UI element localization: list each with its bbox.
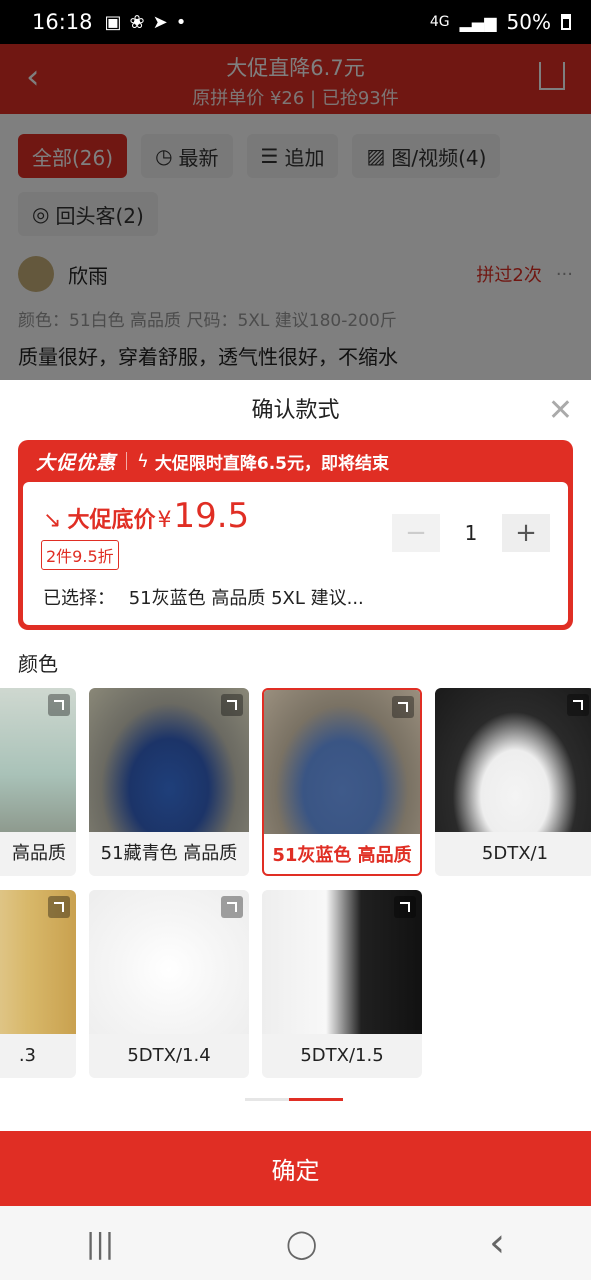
color-section-label: 颜色	[18, 652, 58, 676]
sku-sheet: 确认款式 ✕ 大促优惠 ϟ 大促限时直降6.5元，即将结束 ↘ 大促底价 ¥ 1…	[0, 380, 591, 1206]
color-option-label: 5DTX/1	[481, 843, 549, 864]
discount-tag: 2件9.5折	[41, 540, 119, 570]
dim-overlay[interactable]	[0, 44, 591, 380]
recent-apps-icon[interactable]: |||	[86, 1227, 114, 1260]
price-value: 19.5	[173, 496, 250, 536]
expand-icon[interactable]	[221, 896, 243, 918]
color-option-label: .3	[18, 1045, 36, 1066]
selected-summary: 已选择： 51灰蓝色 高品质 5XL 建议...	[43, 584, 364, 610]
expand-icon[interactable]	[48, 896, 70, 918]
scroll-indicator-active	[289, 1098, 343, 1101]
color-option[interactable]: 5DTX/1.5	[262, 890, 422, 1078]
quantity-stepper: − 1 +	[392, 514, 550, 552]
expand-icon[interactable]	[394, 896, 416, 918]
minus-button[interactable]: −	[392, 514, 440, 552]
color-option[interactable]: 5DTX/1	[435, 688, 591, 876]
signal-icon: ▂▄▆	[459, 12, 497, 32]
expand-icon[interactable]	[48, 694, 70, 716]
price-label: 大促底价	[67, 508, 156, 533]
promo-badge: 大促优惠	[36, 451, 117, 474]
promo-card: 大促优惠 ϟ 大促限时直降6.5元，即将结束 ↘ 大促底价 ¥ 19.5 2件9…	[18, 440, 573, 630]
system-nav-bar: ||| ◯ ‹	[0, 1206, 591, 1280]
telegram-icon: ➤	[152, 11, 168, 33]
lightning-icon: ϟ	[137, 450, 149, 472]
status-time: 16:18	[32, 10, 93, 34]
expand-icon[interactable]	[221, 694, 243, 716]
color-option[interactable]: 高品质	[0, 688, 76, 876]
close-icon[interactable]: ✕	[548, 396, 573, 426]
apps-icon: ❀	[129, 11, 145, 33]
battery-icon	[561, 14, 571, 30]
quantity-value[interactable]: 1	[440, 521, 502, 545]
selected-label: 已选择：	[43, 588, 115, 609]
color-option[interactable]: 51藏青色 高品质	[89, 688, 249, 876]
color-options: 高品质 51藏青色 高品质 51灰蓝色 高品质 5DTX/1 .3 5DTX/1…	[0, 688, 591, 1088]
sheet-title: 确认款式	[251, 398, 340, 423]
price-down-icon: ↘	[43, 508, 62, 533]
color-option-label: 51藏青色 高品质	[100, 843, 238, 864]
status-bar: 16:18 ▣ ❀ ➤ • 4G ▂▄▆ 50%	[0, 0, 591, 44]
color-option-label: 5DTX/1.5	[300, 1045, 384, 1066]
price-currency: ¥	[157, 508, 172, 533]
selected-value: 51灰蓝色 高品质 5XL 建议...	[128, 588, 364, 609]
expand-icon[interactable]	[392, 696, 414, 718]
gallery-icon: ▣	[104, 11, 122, 33]
battery-text: 50%	[506, 10, 551, 34]
promo-message: 大促限时直降6.5元，即将结束	[154, 453, 390, 474]
scroll-indicator	[245, 1098, 343, 1101]
confirm-button[interactable]: 确定	[0, 1131, 591, 1206]
color-option-label: 高品质	[12, 843, 66, 864]
color-option-selected[interactable]: 51灰蓝色 高品质	[262, 688, 422, 876]
home-icon[interactable]: ◯	[286, 1227, 317, 1260]
color-option-label: 5DTX/1.4	[127, 1045, 211, 1066]
color-option-label: 51灰蓝色 高品质	[272, 845, 412, 866]
color-option[interactable]: .3	[0, 890, 76, 1078]
expand-icon[interactable]	[567, 694, 589, 716]
color-option[interactable]: 5DTX/1.4	[89, 890, 249, 1078]
network-label: 4G	[429, 14, 450, 30]
back-nav-icon[interactable]: ‹	[489, 1220, 505, 1266]
dot-icon: •	[175, 11, 187, 33]
plus-button[interactable]: +	[502, 514, 550, 552]
